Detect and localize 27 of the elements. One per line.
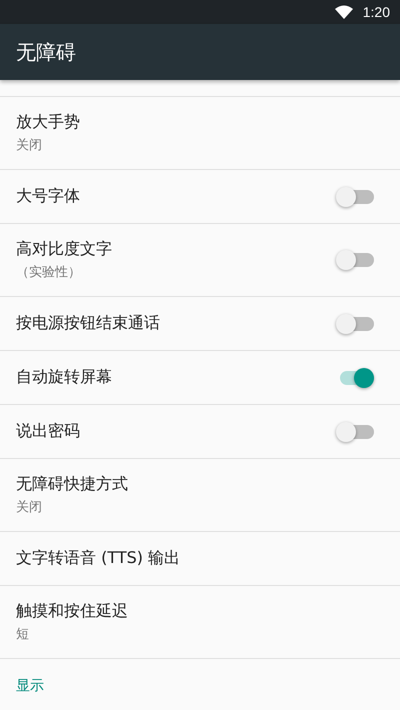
section-header: 显示: [15, 677, 45, 695]
setting-title: 高对比度文字: [16, 239, 112, 260]
page-title: 无障碍: [16, 38, 76, 66]
wifi-icon: [334, 5, 353, 19]
setting-title: 无障碍快捷方式: [16, 474, 128, 495]
setting-title: 自动旋转屏幕: [16, 367, 112, 388]
settings-row[interactable]: 自动旋转屏幕: [0, 351, 400, 405]
settings-row[interactable]: 高对比度文字 （实验性）: [0, 224, 400, 297]
setting-summary: 短: [16, 626, 30, 643]
settings-row[interactable]: 无障碍快捷方式 关闭: [0, 459, 400, 532]
setting-title: 触摸和按住延迟: [16, 601, 128, 622]
setting-title: 放大手势: [16, 112, 80, 133]
settings-row[interactable]: 说出密码: [0, 405, 400, 459]
setting-title: 说出密码: [16, 421, 80, 442]
settings-row[interactable]: 触摸和按住延迟 短: [0, 586, 400, 659]
setting-summary: 关闭: [16, 137, 43, 154]
setting-title: 按电源按钮结束通话: [16, 313, 160, 334]
settings-row[interactable]: 放大手势 关闭: [0, 97, 400, 170]
setting-summary: （实验性）: [16, 264, 82, 281]
setting-title: 大号字体: [16, 186, 80, 207]
setting-summary: 关闭: [16, 499, 43, 516]
status-time: 1:20: [362, 4, 390, 20]
settings-row[interactable]: 大号字体: [0, 170, 400, 224]
setting-title: 文字转语音 (TTS) 输出: [16, 548, 180, 569]
settings-row[interactable]: 文字转语音 (TTS) 输出: [0, 532, 400, 586]
settings-row[interactable]: 按电源按钮结束通话: [0, 297, 400, 351]
toggle-switch[interactable]: [340, 370, 374, 384]
